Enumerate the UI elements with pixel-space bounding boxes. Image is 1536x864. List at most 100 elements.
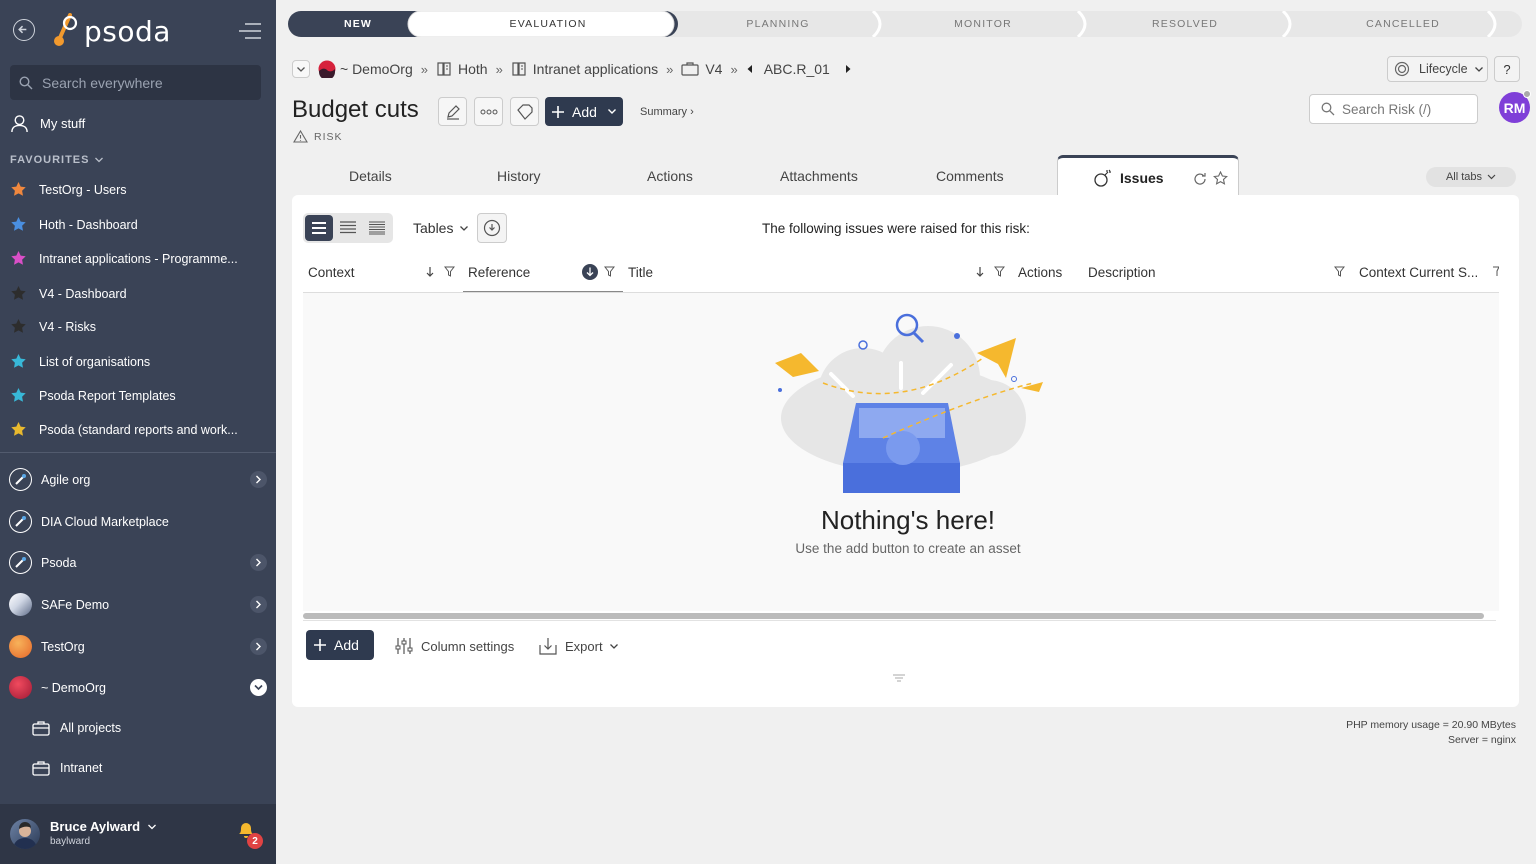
help-button[interactable]: ? (1494, 56, 1520, 82)
column-settings-button[interactable]: Column settings (395, 637, 514, 655)
sidebar-favourite-2[interactable]: Intranet applications - Programme... (10, 250, 238, 267)
tables-dropdown[interactable]: Tables (413, 220, 469, 236)
summary-link[interactable]: Summary › (640, 106, 694, 118)
filter-icon[interactable] (1493, 266, 1499, 277)
favourites-heading[interactable]: FAVOURITES (10, 154, 104, 166)
tab-attachments[interactable]: Attachments (780, 168, 858, 184)
briefcase-icon (32, 721, 50, 736)
search-risk-input[interactable]: Search Risk (/) (1309, 94, 1478, 124)
column-header-reference[interactable]: Reference (468, 265, 530, 280)
sorted-desc-icon[interactable] (582, 264, 598, 280)
reload-button[interactable] (477, 213, 507, 243)
tab-actions[interactable]: Actions (647, 168, 693, 184)
sidebar-org-5[interactable]: ~ DemoOrg (9, 676, 267, 699)
column-header-context-current-status[interactable]: Context Current S... (1359, 265, 1478, 280)
breadcrumb-item-programme[interactable]: Intranet applications (511, 61, 658, 77)
sidebar-org-4[interactable]: TestOrg (9, 635, 267, 658)
tag-icon (516, 103, 533, 120)
sidebar-item-my-stuff[interactable]: My stuff (10, 114, 85, 133)
sidebar-favourite-5[interactable]: List of organisations (10, 353, 150, 370)
tab-comments[interactable]: Comments (936, 168, 1004, 184)
user-avatar (10, 819, 40, 849)
memory-usage: PHP memory usage = 20.90 MBytes (1346, 719, 1516, 731)
sort-down-icon[interactable] (425, 266, 435, 278)
presence-dot (1523, 90, 1531, 98)
psoda-logo[interactable]: psoda (50, 13, 171, 49)
lifecycle-stage-resolved[interactable]: RESOLVED (1085, 11, 1285, 37)
sidebar-item-all-projects[interactable]: All projects (32, 720, 121, 736)
issues-icon (1094, 169, 1111, 187)
sidebar-favourite-7[interactable]: Psoda (standard reports and work... (10, 421, 238, 438)
search-icon (19, 75, 33, 89)
sidebar-favourite-0[interactable]: TestOrg - Users (10, 181, 127, 198)
sidebar-favourite-4[interactable]: V4 - Risks (10, 318, 96, 335)
page-title: Budget cuts (292, 96, 419, 123)
lifecycle-stage-monitor[interactable]: MONITOR (883, 11, 1083, 37)
sidebar-item-intranet[interactable]: Intranet (32, 760, 102, 776)
tab-details[interactable]: Details (349, 168, 392, 184)
export-button[interactable]: Export (539, 637, 619, 655)
lifecycle-icon (1394, 61, 1410, 77)
star-icon (11, 388, 26, 402)
resize-grip-icon[interactable] (892, 674, 906, 682)
chevron-right-icon[interactable] (250, 554, 267, 571)
column-header-actions[interactable]: Actions (1018, 265, 1062, 280)
lifecycle-stage-planning[interactable]: PLANNING (678, 11, 878, 37)
sidebar-favourite-6[interactable]: Psoda Report Templates (10, 387, 176, 404)
plus-icon (552, 105, 564, 118)
star-icon (11, 354, 26, 368)
filter-icon[interactable] (1334, 266, 1345, 277)
user-icon (11, 115, 28, 133)
sidebar-search[interactable]: Search everywhere (10, 65, 261, 100)
previous-icon[interactable] (746, 64, 754, 74)
breadcrumb-item-project[interactable]: V4 (681, 61, 722, 77)
tab-issues[interactable]: Issues (1057, 155, 1239, 197)
collapse-menu-icon[interactable] (237, 22, 263, 40)
filter-icon[interactable] (994, 266, 1005, 277)
next-icon[interactable] (844, 64, 852, 74)
star-icon (11, 251, 26, 265)
star-icon[interactable] (1213, 171, 1228, 186)
column-header-context[interactable]: Context (308, 265, 355, 280)
chevron-right-icon[interactable] (250, 596, 267, 613)
chevron-right-icon[interactable] (250, 471, 267, 488)
sidebar-favourite-1[interactable]: Hoth - Dashboard (10, 216, 138, 233)
column-header-title[interactable]: Title (628, 265, 653, 280)
org-logo-icon (9, 468, 32, 491)
lifecycle-stage-cancelled[interactable]: CANCELLED (1293, 11, 1513, 37)
view-compact-button[interactable] (334, 215, 362, 241)
back-icon[interactable] (13, 19, 35, 41)
column-header-description[interactable]: Description (1088, 265, 1156, 280)
lifecycle-stage-new[interactable]: NEW (288, 11, 428, 37)
edit-button[interactable] (438, 97, 467, 126)
chevron-right-icon[interactable] (250, 638, 267, 655)
sidebar-org-3[interactable]: SAFe Demo (9, 593, 267, 616)
tag-button[interactable] (510, 97, 539, 126)
add-button[interactable]: Add (545, 97, 623, 126)
add-issue-button[interactable]: Add (306, 630, 374, 660)
horizontal-scrollbar[interactable] (303, 613, 1484, 619)
empty-box-illustration (775, 313, 1043, 493)
filter-icon[interactable] (604, 266, 615, 277)
pencil-icon (446, 104, 460, 120)
filter-icon[interactable] (444, 266, 455, 277)
programme-icon (512, 62, 526, 76)
breadcrumb-dropdown[interactable] (292, 60, 310, 78)
lifecycle-button[interactable]: Lifecycle (1387, 56, 1488, 82)
sidebar-favourite-3[interactable]: V4 - Dashboard (10, 285, 127, 302)
view-list-button[interactable] (305, 215, 333, 241)
tab-history[interactable]: History (497, 168, 541, 184)
more-button[interactable] (474, 97, 503, 126)
sidebar-org-0[interactable]: Agile org (9, 468, 267, 491)
briefcase-icon (32, 761, 50, 776)
lifecycle-stage-evaluation[interactable]: EVALUATION (443, 11, 653, 37)
user-menu[interactable]: Bruce Aylward baylward 2 (0, 804, 276, 864)
refresh-icon[interactable] (1193, 172, 1207, 186)
view-dense-button[interactable] (363, 215, 391, 241)
breadcrumb-item-hoth[interactable]: Hoth (436, 61, 488, 77)
all-tabs-button[interactable]: All tabs (1426, 167, 1516, 187)
breadcrumb-item-org[interactable]: ~ DemoOrg (318, 60, 413, 78)
chevron-down-icon[interactable] (250, 679, 267, 696)
sort-down-icon[interactable] (975, 266, 985, 278)
dense-view-icon (369, 221, 385, 235)
